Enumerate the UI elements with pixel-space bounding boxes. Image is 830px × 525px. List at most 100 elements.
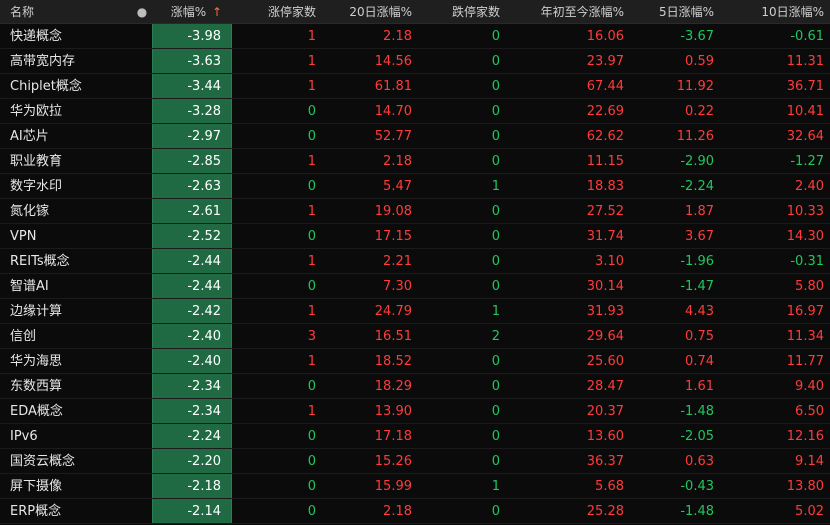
limit-up-count: 0 xyxy=(307,104,316,119)
return-20d: 18.29 xyxy=(374,379,412,394)
row-spacer xyxy=(132,449,152,473)
table-row[interactable]: 国资云概念 -2.20 0 15.26 0 36.37 0.63 9.14 xyxy=(0,449,830,474)
return-10d: 6.50 xyxy=(795,404,824,419)
return-10d: 13.80 xyxy=(786,479,824,494)
return-20d: 24.79 xyxy=(374,304,412,319)
sector-name: 职业教育 xyxy=(10,154,63,169)
table-row[interactable]: 数字水印 -2.63 0 5.47 1 18.83 -2.24 2.40 xyxy=(0,174,830,199)
table-row[interactable]: EDA概念 -2.34 1 13.90 0 20.37 -1.48 6.50 xyxy=(0,399,830,424)
sector-name: 华为海思 xyxy=(10,354,63,369)
return-5d: -1.48 xyxy=(680,504,714,519)
return-ytd: 13.60 xyxy=(586,429,624,444)
limit-down-count: 0 xyxy=(491,154,500,169)
sector-name: REITs概念 xyxy=(10,254,70,269)
change-pct: -2.18 xyxy=(152,474,232,498)
return-5d: 3.67 xyxy=(685,229,714,244)
return-10d: 16.97 xyxy=(786,304,824,319)
table-row[interactable]: AI芯片 -2.97 0 52.77 0 62.62 11.26 32.64 xyxy=(0,124,830,149)
table-row[interactable]: 信创 -2.40 3 16.51 2 29.64 0.75 11.34 xyxy=(0,324,830,349)
header-ytd-return[interactable]: 年初至今涨幅% xyxy=(506,0,630,23)
limit-down-count: 1 xyxy=(491,479,500,494)
sector-name: 氮化镓 xyxy=(10,204,50,219)
concept-sector-table: 名称 ● 涨幅% ↑ 涨停家数 20日涨幅% 跌停家数 年初至今涨幅% 5日涨幅… xyxy=(0,0,830,525)
table-row[interactable]: ERP概念 -2.14 0 2.18 0 25.28 -1.48 5.02 xyxy=(0,499,830,524)
limit-down-count: 0 xyxy=(491,254,500,269)
header-name[interactable]: 名称 xyxy=(0,0,132,23)
change-pct: -3.44 xyxy=(152,74,232,98)
limit-down-count: 0 xyxy=(491,404,500,419)
return-20d: 2.18 xyxy=(383,29,412,44)
table-row[interactable]: 屏下摄像 -2.18 0 15.99 1 5.68 -0.43 13.80 xyxy=(0,474,830,499)
limit-up-count: 0 xyxy=(307,279,316,294)
sector-name: 边缘计算 xyxy=(10,304,63,319)
return-10d: 11.77 xyxy=(786,354,824,369)
limit-down-count: 0 xyxy=(491,104,500,119)
limit-up-count: 1 xyxy=(307,354,316,369)
table-row[interactable]: 华为欧拉 -3.28 0 14.70 0 22.69 0.22 10.41 xyxy=(0,99,830,124)
row-spacer xyxy=(132,474,152,498)
change-pct: -2.52 xyxy=(152,224,232,248)
limit-up-count: 1 xyxy=(307,154,316,169)
return-10d: 12.16 xyxy=(786,429,824,444)
limit-down-count: 0 xyxy=(491,429,500,444)
header-limit-down[interactable]: 跌停家数 xyxy=(418,0,506,23)
table-row[interactable]: IPv6 -2.24 0 17.18 0 13.60 -2.05 12.16 xyxy=(0,424,830,449)
row-spacer xyxy=(132,274,152,298)
change-pct: -2.24 xyxy=(152,424,232,448)
table-row[interactable]: 快递概念 -3.98 1 2.18 0 16.06 -3.67 -0.61 xyxy=(0,24,830,49)
return-ytd: 18.83 xyxy=(586,179,624,194)
return-5d: -3.67 xyxy=(680,29,714,44)
status-dot-icon: ● xyxy=(136,5,148,19)
table-row[interactable]: REITs概念 -2.44 1 2.21 0 3.10 -1.96 -0.31 xyxy=(0,249,830,274)
table-row[interactable]: 氮化镓 -2.61 1 19.08 0 27.52 1.87 10.33 xyxy=(0,199,830,224)
limit-down-count: 0 xyxy=(491,504,500,519)
return-20d: 5.47 xyxy=(383,179,412,194)
limit-down-count: 1 xyxy=(491,179,500,194)
limit-up-count: 1 xyxy=(307,304,316,319)
return-20d: 2.18 xyxy=(383,154,412,169)
limit-up-count: 1 xyxy=(307,29,316,44)
table-row[interactable]: 职业教育 -2.85 1 2.18 0 11.15 -2.90 -1.27 xyxy=(0,149,830,174)
limit-down-count: 0 xyxy=(491,79,500,94)
table-row[interactable]: Chiplet概念 -3.44 1 61.81 0 67.44 11.92 36.71 xyxy=(0,74,830,99)
row-spacer xyxy=(132,349,152,373)
return-ytd: 29.64 xyxy=(586,329,624,344)
row-spacer xyxy=(132,299,152,323)
change-pct: -2.14 xyxy=(152,499,232,523)
sector-name: 信创 xyxy=(10,329,37,344)
return-ytd: 3.10 xyxy=(595,254,624,269)
change-pct: -2.20 xyxy=(152,449,232,473)
return-5d: 0.59 xyxy=(685,54,714,69)
limit-up-count: 0 xyxy=(307,479,316,494)
return-10d: -1.27 xyxy=(790,154,824,169)
row-spacer xyxy=(132,499,152,523)
table-row[interactable]: 东数西算 -2.34 0 18.29 0 28.47 1.61 9.40 xyxy=(0,374,830,399)
table-row[interactable]: 华为海思 -2.40 1 18.52 0 25.60 0.74 11.77 xyxy=(0,349,830,374)
limit-up-count: 1 xyxy=(307,404,316,419)
header-limit-up[interactable]: 涨停家数 xyxy=(232,0,322,23)
table-row[interactable]: 边缘计算 -2.42 1 24.79 1 31.93 4.43 16.97 xyxy=(0,299,830,324)
change-pct: -2.85 xyxy=(152,149,232,173)
row-spacer xyxy=(132,24,152,48)
return-5d: 0.74 xyxy=(685,354,714,369)
table-row[interactable]: 高带宽内存 -3.63 1 14.56 0 23.97 0.59 11.31 xyxy=(0,49,830,74)
row-spacer xyxy=(132,399,152,423)
return-20d: 7.30 xyxy=(383,279,412,294)
return-20d: 2.18 xyxy=(383,504,412,519)
header-5d-return[interactable]: 5日涨幅% xyxy=(630,0,720,23)
return-10d: 10.33 xyxy=(786,204,824,219)
return-5d: -1.96 xyxy=(680,254,714,269)
sector-name: 数字水印 xyxy=(10,179,63,194)
return-20d: 16.51 xyxy=(374,329,412,344)
return-5d: 1.87 xyxy=(685,204,714,219)
header-20d-return[interactable]: 20日涨幅% xyxy=(322,0,418,23)
table-row[interactable]: VPN -2.52 0 17.15 0 31.74 3.67 14.30 xyxy=(0,224,830,249)
return-5d: 4.43 xyxy=(685,304,714,319)
limit-down-count: 2 xyxy=(491,329,500,344)
limit-up-count: 0 xyxy=(307,504,316,519)
header-change-pct[interactable]: 涨幅% ↑ xyxy=(152,0,232,23)
header-10d-return[interactable]: 10日涨幅% xyxy=(720,0,830,23)
table-row[interactable]: 智谱AI -2.44 0 7.30 0 30.14 -1.47 5.80 xyxy=(0,274,830,299)
limit-up-count: 0 xyxy=(307,129,316,144)
return-ytd: 23.97 xyxy=(586,54,624,69)
